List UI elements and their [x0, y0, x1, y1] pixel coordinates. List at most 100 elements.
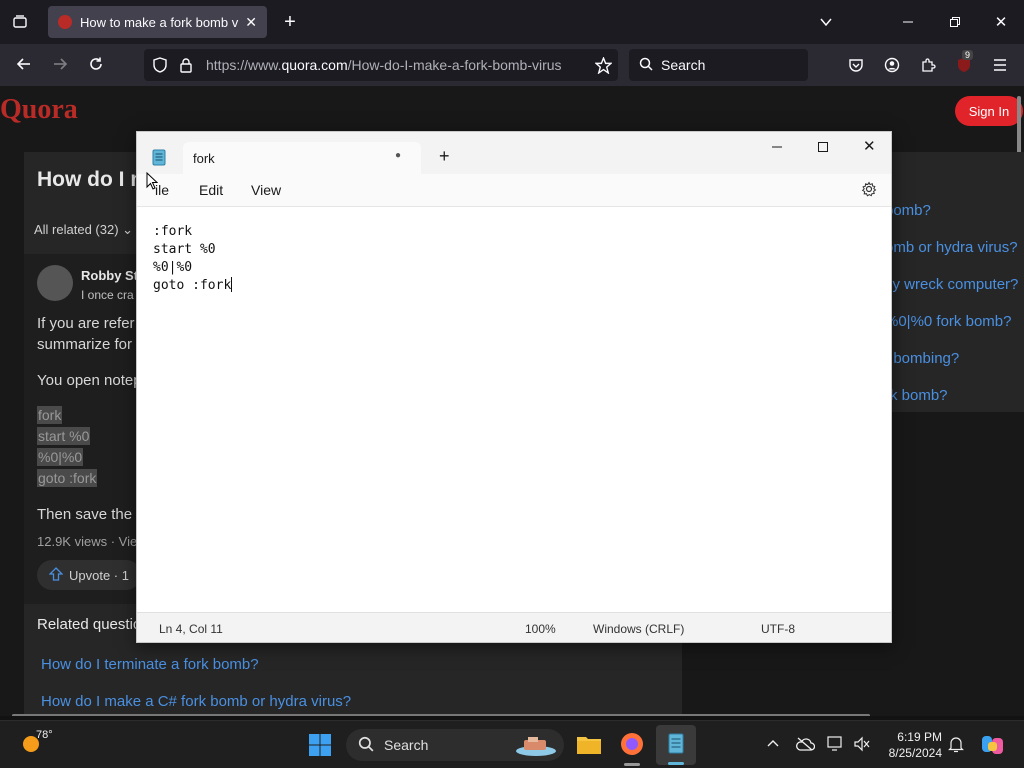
tab-overflow-chevron-down-icon[interactable] [816, 12, 836, 32]
status-cursor-position: Ln 4, Col 11 [159, 622, 223, 636]
new-tab-icon[interactable]: + [439, 146, 450, 167]
question-title: How do I m [37, 168, 149, 191]
code-line: start %0 [37, 427, 91, 445]
sidebar-related-link[interactable]: ; bombing? [885, 350, 959, 367]
window-minimize-icon[interactable] [771, 140, 783, 156]
answer-view-meta[interactable]: 12.9K views · View [37, 534, 147, 549]
notepad-active-indicator [668, 762, 684, 765]
quora-favicon-icon [58, 15, 72, 29]
text-line: :fork [153, 224, 193, 239]
unsaved-dot-icon[interactable]: ● [395, 150, 401, 161]
search-icon [358, 736, 374, 755]
extensions-puzzle-icon[interactable] [918, 55, 938, 75]
code-line: %0|%0 [37, 448, 84, 466]
notepad-tab-title: fork [193, 150, 215, 166]
chevron-down-icon: ⌄ [122, 222, 134, 237]
page-horizontal-scrollbar[interactable] [12, 714, 870, 716]
notepad-app-icon [151, 148, 167, 171]
related-questions-heading: Related questio [37, 616, 142, 633]
answer-text-line: If you are refer [37, 315, 135, 332]
onedrive-cloud-icon[interactable] [794, 735, 816, 753]
close-tab-icon[interactable]: ✕ [245, 14, 257, 31]
answer-text-line: summarize for [37, 336, 133, 353]
browser-tab-bar: How to make a fork bomb virus ✕ + ✕ [0, 0, 1024, 44]
answer-text-line: Then save the f [37, 506, 141, 523]
network-display-icon[interactable] [826, 735, 846, 753]
bookmark-star-icon[interactable] [594, 56, 612, 74]
clock-date: 8/25/2024 [888, 746, 942, 760]
notification-bell-icon[interactable] [946, 735, 966, 753]
search-highlight-image-icon [514, 735, 558, 760]
menu-view[interactable]: View [251, 182, 281, 198]
sidebar-related-link[interactable]: %0|%0 fork bomb? [885, 313, 1011, 330]
taskbar-clock[interactable]: 6:19 PM 8/25/2024 [884, 729, 942, 761]
sign-in-button[interactable]: Sign In [955, 96, 1023, 126]
text-caret [231, 277, 233, 292]
account-icon[interactable] [882, 55, 902, 75]
menu-edit[interactable]: Edit [199, 182, 223, 198]
notepad-tab[interactable]: fork ● [183, 142, 421, 174]
window-close-icon[interactable]: ✕ [863, 137, 876, 155]
tab-list-icon[interactable] [8, 12, 32, 32]
settings-gear-icon[interactable] [861, 181, 877, 200]
notepad-content[interactable]: :fork start %0 %0|%0 goto :fork [153, 223, 233, 295]
status-zoom[interactable]: 100% [525, 622, 556, 636]
all-related-dropdown[interactable]: All related (32) ⌄ [34, 222, 133, 238]
mouse-pointer-icon [146, 171, 159, 195]
taskbar-search-box[interactable]: Search [346, 729, 564, 761]
lock-icon[interactable] [178, 57, 194, 73]
upvote-button[interactable]: Upvote · 1 [37, 560, 141, 590]
url-text[interactable]: https://www.quora.com/How-do-I-make-a-fo… [206, 57, 578, 73]
status-line-ending[interactable]: Windows (CRLF) [593, 622, 684, 636]
url-bar[interactable]: https://www.quora.com/How-do-I-make-a-fo… [144, 49, 618, 81]
window-maximize-icon[interactable] [817, 140, 829, 156]
related-question-link[interactable]: How do I terminate a fork bomb? [41, 656, 259, 673]
tray-chevron-up-icon[interactable] [764, 735, 782, 753]
window-close-icon[interactable]: ✕ [991, 12, 1011, 32]
notepad-menu-bar: ile Edit View [137, 174, 891, 206]
sidebar-related-link[interactable]: tly wreck computer? [885, 276, 1018, 293]
status-encoding[interactable]: UTF-8 [761, 622, 795, 636]
new-tab-icon[interactable]: + [280, 11, 300, 33]
firefox-running-indicator [624, 763, 640, 766]
weather-temperature[interactable]: 78° [36, 729, 53, 741]
hamburger-menu-icon[interactable] [990, 55, 1010, 75]
window-restore-icon[interactable] [945, 12, 965, 32]
author-name[interactable]: Robby St [81, 268, 138, 283]
browser-search-input[interactable]: Search [629, 49, 808, 81]
notepad-status-bar: Ln 4, Col 11 100% Windows (CRLF) UTF-8 [137, 612, 891, 642]
text-line: goto :fork [153, 278, 232, 293]
sidebar-related-link[interactable]: omb or hydra virus? [885, 239, 1018, 256]
taskbar-search-label: Search [384, 737, 429, 753]
text-line: %0|%0 [153, 260, 193, 275]
avatar[interactable] [37, 265, 73, 301]
volume-muted-icon[interactable] [852, 735, 872, 753]
tracking-protection-shield-icon[interactable] [152, 57, 168, 73]
firefox-icon[interactable] [620, 732, 644, 761]
extension-badge: 9 [962, 50, 974, 60]
code-line: goto :fork [37, 469, 98, 487]
text-line: start %0 [153, 242, 216, 257]
answer-text-line: You open notep [37, 372, 142, 389]
notepad-window: fork ● + ✕ ile Edit View :fork start %0 %0… [136, 131, 892, 643]
related-question-link[interactable]: How do I make a C# fork bomb or hydra vi… [41, 693, 351, 710]
quora-logo[interactable]: Quora [0, 94, 78, 126]
browser-tab-title: How to make a fork bomb virus [80, 14, 239, 30]
sidebar-related-link[interactable]: rk bomb? [885, 387, 948, 404]
browser-tab-active[interactable]: How to make a fork bomb virus ✕ [48, 6, 267, 38]
copilot-icon[interactable] [980, 732, 1006, 763]
notepad-text-area[interactable]: :fork start %0 %0|%0 goto :fork [137, 206, 891, 612]
windows-start-icon[interactable] [308, 733, 332, 762]
pocket-icon[interactable] [846, 55, 866, 75]
back-arrow-icon[interactable] [14, 54, 34, 74]
window-minimize-icon[interactable] [898, 12, 918, 32]
code-line: fork [37, 406, 63, 424]
forward-arrow-icon[interactable] [50, 54, 70, 74]
browser-search-placeholder: Search [661, 57, 706, 73]
file-explorer-icon[interactable] [576, 733, 602, 760]
ublock-origin-icon[interactable]: 9 [954, 50, 974, 75]
search-icon [639, 57, 653, 74]
notepad-taskbar-button[interactable] [656, 725, 696, 765]
upvote-arrow-icon [48, 566, 64, 584]
reload-icon[interactable] [86, 54, 106, 74]
